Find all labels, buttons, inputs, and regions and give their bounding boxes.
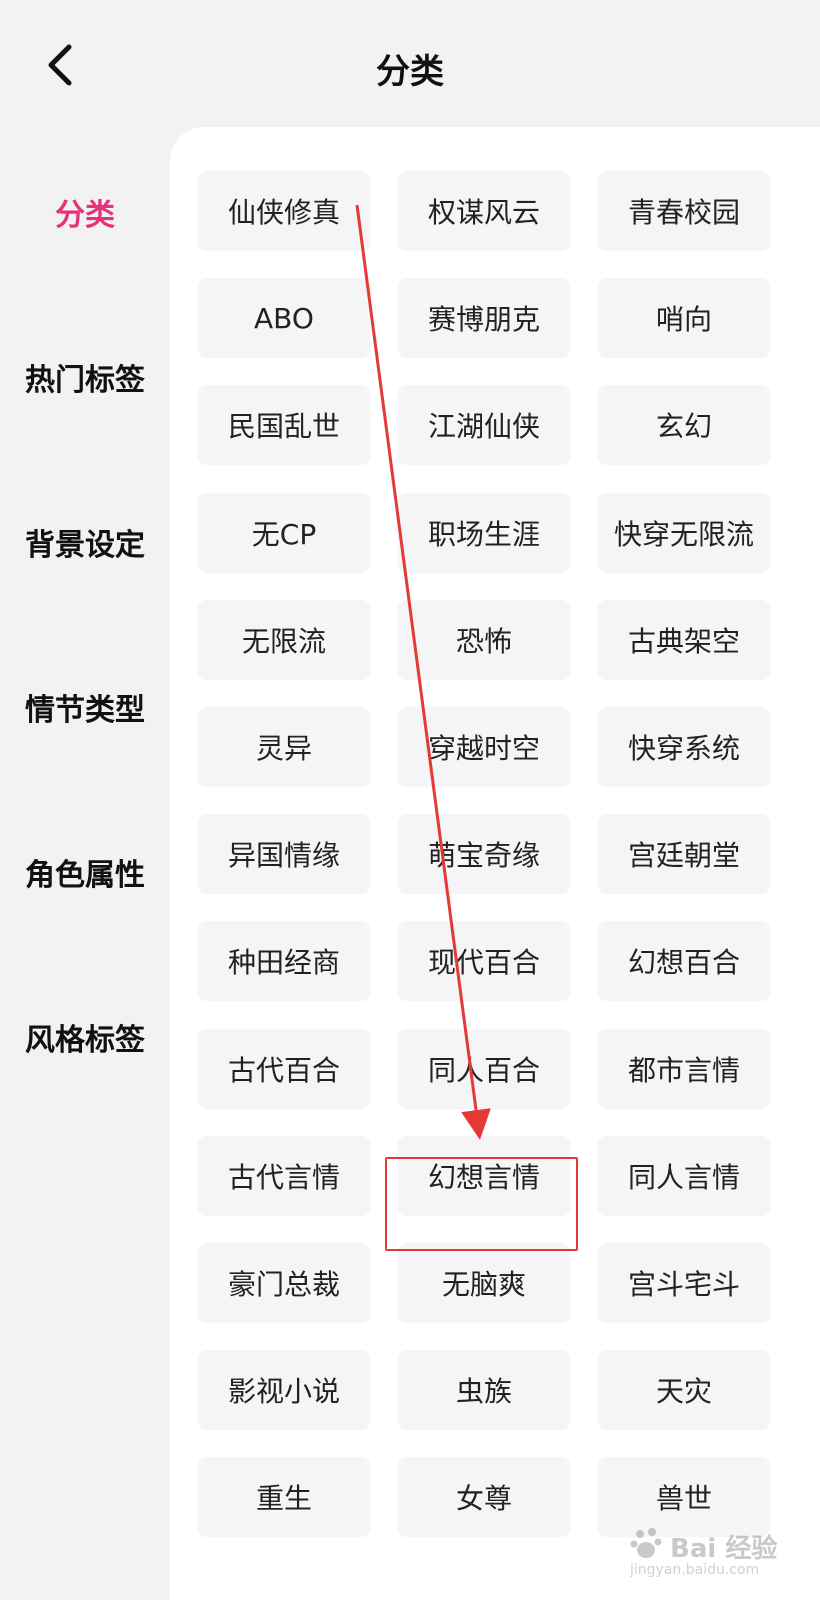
tag-item[interactable]: 玄幻 (598, 385, 770, 465)
tag-item[interactable]: 哨向 (598, 278, 770, 358)
sidebar-item-background[interactable]: 背景设定 (0, 520, 170, 564)
tag-item[interactable]: 女尊 (398, 1457, 570, 1537)
tag-item[interactable]: 影视小说 (198, 1350, 370, 1430)
tag-item[interactable]: 幻想百合 (598, 921, 770, 1001)
tag-item[interactable]: 仙侠修真 (198, 171, 370, 251)
tag-item[interactable]: 豪门总裁 (198, 1243, 370, 1323)
tag-item[interactable]: ABO (198, 278, 370, 358)
tag-item[interactable]: 萌宝奇缘 (398, 814, 570, 894)
tag-item[interactable]: 快穿系统 (598, 707, 770, 787)
tag-item[interactable]: 兽世 (598, 1457, 770, 1537)
tag-item[interactable]: 幻想言情 (398, 1136, 570, 1216)
tag-item[interactable]: 重生 (198, 1457, 370, 1537)
tag-grid: 仙侠修真 权谋风云 青春校园 ABO 赛博朋克 哨向 民国乱世 江湖仙侠 玄幻 无CP 职场生涯 快穿… (170, 127, 820, 1600)
tag-item[interactable]: 青春校园 (598, 171, 770, 251)
tag-item[interactable]: 灵异 (198, 707, 370, 787)
header: 分类 (0, 0, 820, 130)
tag-item[interactable]: 无脑爽 (398, 1243, 570, 1323)
sidebar-item-character[interactable]: 角色属性 (0, 850, 170, 894)
sidebar: 分类 热门标签 背景设定 情节类型 角色属性 风格标签 (0, 130, 170, 1600)
tag-item[interactable]: 异国情缘 (198, 814, 370, 894)
tag-item[interactable]: 现代百合 (398, 921, 570, 1001)
tag-item[interactable]: 江湖仙侠 (398, 385, 570, 465)
tag-item[interactable]: 无CP (198, 493, 370, 573)
tag-item[interactable]: 赛博朋克 (398, 278, 570, 358)
tag-item[interactable]: 宫廷朝堂 (598, 814, 770, 894)
tag-item[interactable]: 天灾 (598, 1350, 770, 1430)
tag-item[interactable]: 同人言情 (598, 1136, 770, 1216)
sidebar-item-category[interactable]: 分类 (0, 190, 170, 234)
tag-item[interactable]: 古代言情 (198, 1136, 370, 1216)
tag-item[interactable]: 古典架空 (598, 600, 770, 680)
tag-item[interactable]: 快穿无限流 (598, 493, 770, 573)
tag-item[interactable]: 职场生涯 (398, 493, 570, 573)
page-title: 分类 (376, 52, 444, 92)
tag-item[interactable]: 恐怖 (398, 600, 570, 680)
tag-item[interactable]: 权谋风云 (398, 171, 570, 251)
sidebar-item-plot-type[interactable]: 情节类型 (0, 685, 170, 729)
sidebar-item-style-tags[interactable]: 风格标签 (0, 1015, 170, 1059)
tag-item[interactable]: 穿越时空 (398, 707, 570, 787)
sidebar-item-hot-tags[interactable]: 热门标签 (0, 355, 170, 399)
tag-item[interactable]: 虫族 (398, 1350, 570, 1430)
tag-item[interactable]: 古代百合 (198, 1029, 370, 1109)
tag-item[interactable]: 民国乱世 (198, 385, 370, 465)
tag-item[interactable]: 同人百合 (398, 1029, 570, 1109)
tag-item[interactable]: 宫斗宅斗 (598, 1243, 770, 1323)
tag-item[interactable]: 种田经商 (198, 921, 370, 1001)
tag-item[interactable]: 无限流 (198, 600, 370, 680)
tag-item[interactable]: 都市言情 (598, 1029, 770, 1109)
